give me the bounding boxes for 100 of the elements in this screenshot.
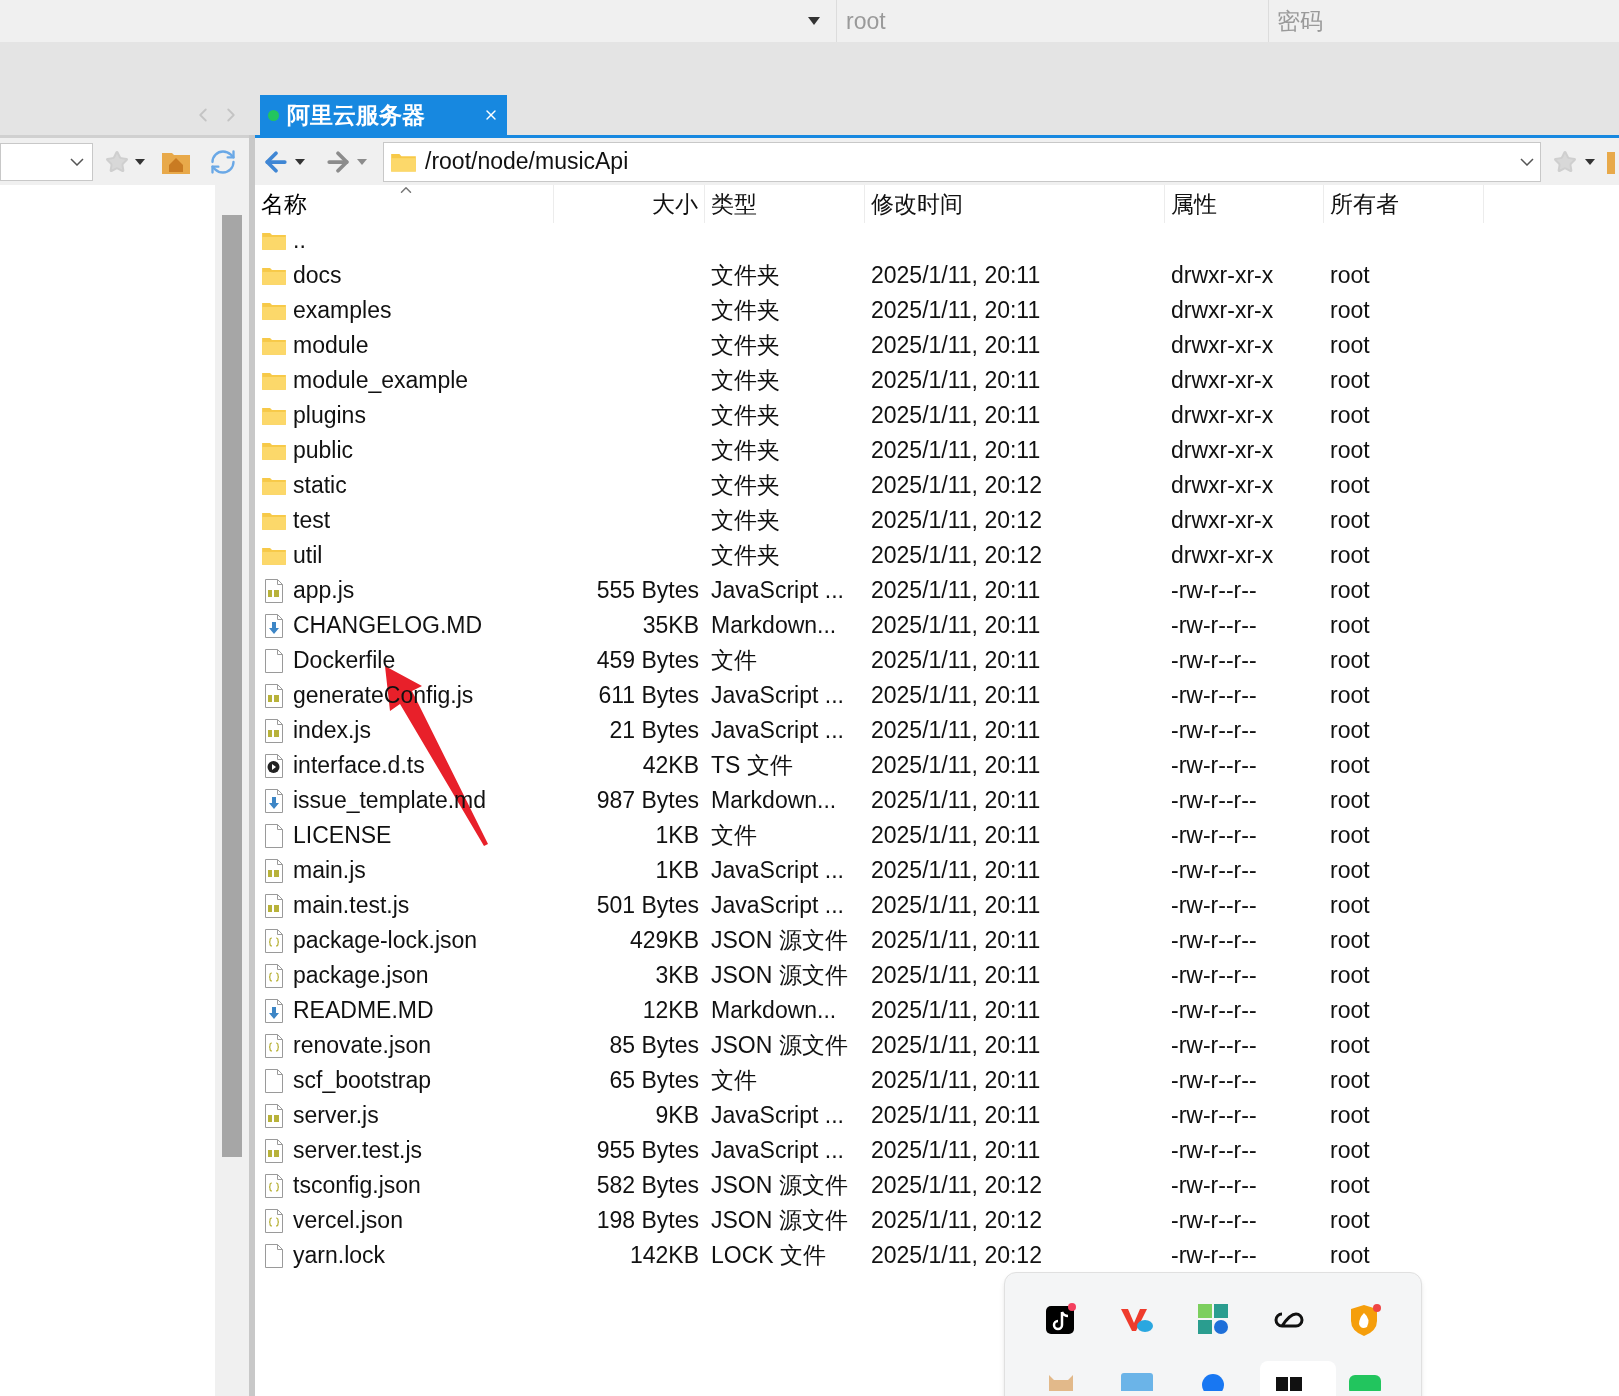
file-type: JSON 源文件 xyxy=(711,1172,848,1199)
file-name[interactable]: docs xyxy=(293,258,342,293)
file-size: 142KB xyxy=(629,1241,699,1271)
file-size: 1KB xyxy=(655,856,699,886)
file-size: 1KB xyxy=(655,821,699,851)
file-size: 12KB xyxy=(642,996,699,1026)
file-name[interactable]: tsconfig.json xyxy=(293,1168,421,1203)
permissions: drwxr-xr-x xyxy=(1171,332,1274,359)
modified-time: 2025/1/11, 20:11 xyxy=(871,717,1041,744)
column-header[interactable]: 类型 xyxy=(711,186,757,222)
file-type: 文件夹 xyxy=(711,472,780,499)
file-name[interactable]: module xyxy=(293,328,369,363)
file-name[interactable]: test xyxy=(293,503,331,538)
modified-time: 2025/1/11, 20:11 xyxy=(871,647,1041,674)
file-size: 459 Bytes xyxy=(596,646,699,676)
file-name[interactable]: Dockerfile xyxy=(293,643,396,678)
owner: root xyxy=(1330,822,1370,849)
owner: root xyxy=(1330,857,1370,884)
permissions: -rw-r--r-- xyxy=(1171,892,1257,919)
file-type: JSON 源文件 xyxy=(711,927,848,954)
owner: root xyxy=(1330,367,1370,394)
file-name[interactable]: app.js xyxy=(293,573,355,608)
file-size: 9KB xyxy=(655,1101,699,1131)
file-size: 501 Bytes xyxy=(596,891,699,921)
user-field[interactable]: root xyxy=(836,0,1268,42)
file-name[interactable]: vercel.json xyxy=(293,1203,403,1238)
file-type: JSON 源文件 xyxy=(711,1207,848,1234)
file-name[interactable]: server.test.js xyxy=(293,1133,423,1168)
file-type: Markdown... xyxy=(711,997,837,1024)
permissions: -rw-r--r-- xyxy=(1171,682,1257,709)
file-name[interactable]: plugins xyxy=(293,398,366,433)
permissions: drwxr-xr-x xyxy=(1171,542,1274,569)
owner: root xyxy=(1330,437,1370,464)
permissions: -rw-r--r-- xyxy=(1171,997,1257,1024)
owner: root xyxy=(1330,507,1370,534)
modified-time: 2025/1/11, 20:11 xyxy=(871,682,1041,709)
permissions: -rw-r--r-- xyxy=(1171,1067,1257,1094)
file-name[interactable]: index.js xyxy=(293,713,371,748)
permissions: drwxr-xr-x xyxy=(1171,402,1274,429)
owner: root xyxy=(1330,927,1370,954)
column-header[interactable]: 大小 xyxy=(652,186,698,222)
path-field[interactable]: /root/node/musicApi xyxy=(383,141,1541,182)
file-name[interactable]: .. xyxy=(293,223,306,258)
owner: root xyxy=(1330,647,1370,674)
file-size: 955 Bytes xyxy=(596,1136,699,1166)
permissions: -rw-r--r-- xyxy=(1171,927,1257,954)
column-header[interactable]: 属性 xyxy=(1171,186,1217,222)
owner: root xyxy=(1330,262,1370,289)
modified-time: 2025/1/11, 20:11 xyxy=(871,962,1041,989)
file-name[interactable]: static xyxy=(293,468,347,503)
modified-time: 2025/1/11, 20:11 xyxy=(871,1032,1041,1059)
file-type: 文件夹 xyxy=(711,262,780,289)
file-type: JSON 源文件 xyxy=(711,962,848,989)
file-type: 文件夹 xyxy=(711,297,780,324)
modified-time: 2025/1/11, 20:11 xyxy=(871,402,1041,429)
file-name[interactable]: module_example xyxy=(293,363,469,398)
owner: root xyxy=(1330,997,1370,1024)
file-size: 429KB xyxy=(629,926,699,956)
file-name[interactable]: yarn.lock xyxy=(293,1238,386,1273)
column-header[interactable]: 所有者 xyxy=(1330,186,1399,222)
permissions: -rw-r--r-- xyxy=(1171,1207,1257,1234)
permissions: -rw-r--r-- xyxy=(1171,612,1257,639)
owner: root xyxy=(1330,297,1370,324)
file-name[interactable]: main.test.js xyxy=(293,888,410,923)
file-name[interactable]: renovate.json xyxy=(293,1028,432,1063)
owner: root xyxy=(1330,1137,1370,1164)
file-name[interactable]: README.MD xyxy=(293,993,434,1028)
modified-time: 2025/1/11, 20:11 xyxy=(871,437,1041,464)
file-name[interactable]: main.js xyxy=(293,853,366,888)
permissions: -rw-r--r-- xyxy=(1171,717,1257,744)
session-tab[interactable]: 阿里云服务器 xyxy=(260,95,507,135)
owner: root xyxy=(1330,1032,1370,1059)
file-type: 文件夹 xyxy=(711,332,780,359)
file-name[interactable]: scf_bootstrap xyxy=(293,1063,432,1098)
permissions: drwxr-xr-x xyxy=(1171,507,1274,534)
file-name[interactable]: public xyxy=(293,433,354,468)
owner: root xyxy=(1330,717,1370,744)
modified-time: 2025/1/11, 20:12 xyxy=(871,542,1042,569)
file-type: 文件夹 xyxy=(711,402,780,429)
file-type: LOCK 文件 xyxy=(711,1242,827,1269)
password-field[interactable]: 密码 xyxy=(1268,0,1619,42)
file-size: 21 Bytes xyxy=(609,716,699,746)
file-type: JSON 源文件 xyxy=(711,1032,848,1059)
file-name[interactable]: server.js xyxy=(293,1098,379,1133)
column-header[interactable]: 修改时间 xyxy=(871,186,963,222)
file-type: 文件 xyxy=(711,1067,757,1094)
file-name[interactable]: LICENSE xyxy=(293,818,392,853)
file-name[interactable]: package.json xyxy=(293,958,429,993)
column-header[interactable]: 名称 xyxy=(261,186,307,222)
file-name[interactable]: CHANGELOG.MD xyxy=(293,608,483,643)
file-name[interactable]: examples xyxy=(293,293,392,328)
permissions: -rw-r--r-- xyxy=(1171,962,1257,989)
file-name[interactable]: package-lock.json xyxy=(293,923,478,958)
file-type: JavaScript ... xyxy=(711,1137,844,1164)
file-size: 35KB xyxy=(642,611,699,641)
permissions: -rw-r--r-- xyxy=(1171,1242,1257,1269)
file-name[interactable]: interface.d.ts xyxy=(293,748,425,783)
owner: root xyxy=(1330,542,1370,569)
file-name[interactable]: util xyxy=(293,538,323,573)
file-type: JavaScript ... xyxy=(711,717,844,744)
